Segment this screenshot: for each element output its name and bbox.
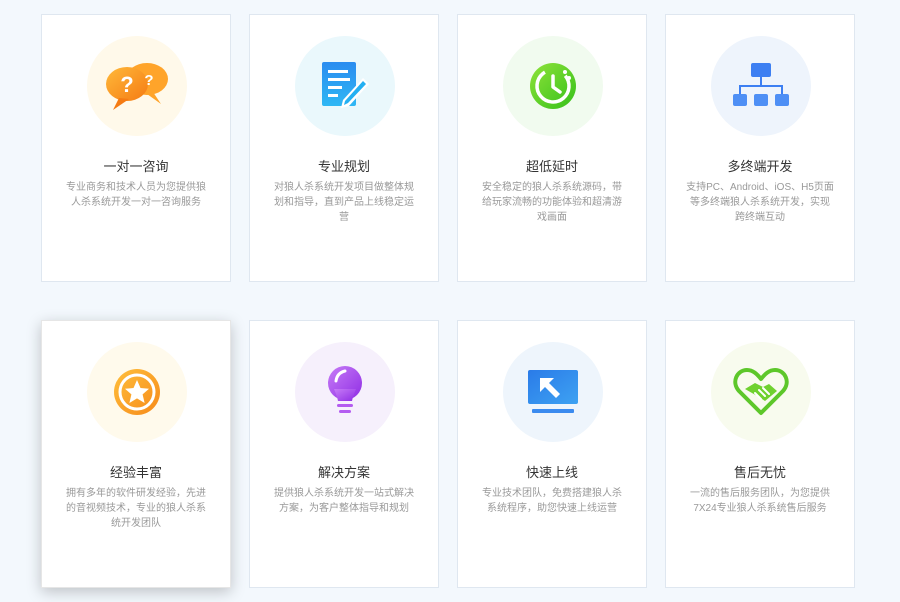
card-title: 超低延时 bbox=[525, 159, 578, 174]
card-title: 快速上线 bbox=[525, 465, 578, 480]
card-description: 支持PC、Android、iOS、H5页面等多终端狼人杀系统开发，实现跨终端互动 bbox=[686, 182, 834, 223]
card-description: 专业商务和技术人员为您提供狼人杀系统开发一对一咨询服务 bbox=[66, 182, 206, 208]
card-title: 多终端开发 bbox=[727, 159, 793, 174]
clock-icon bbox=[530, 63, 576, 109]
feature-card-planning: 专业规划 对狼人杀系统开发项目做整体规划和指导，直到产品上线稳定运营 bbox=[249, 14, 439, 282]
icon-circle: ? ? bbox=[87, 36, 187, 136]
svg-text:?: ? bbox=[144, 72, 153, 89]
card-title: 解决方案 bbox=[317, 465, 370, 480]
document-pencil-icon bbox=[322, 62, 369, 108]
svg-text:?: ? bbox=[120, 72, 133, 97]
feature-card-multi-terminal: 多终端开发 支持PC、Android、iOS、H5页面等多终端狼人杀系统开发，实… bbox=[665, 14, 855, 282]
icon-circle bbox=[711, 342, 811, 442]
feature-card-consulting: ? ? 一对一咨询 专业商务和技术人员为您提供狼人杀系统开发一对一咨询服务 bbox=[41, 14, 231, 282]
icon-circle bbox=[295, 36, 395, 136]
feature-card-low-latency: 超低延时 安全稳定的狼人杀系统源码，带给玩家流畅的功能体验和超清游戏画面 bbox=[457, 14, 647, 282]
heart-handshake-icon bbox=[733, 368, 789, 415]
feature-card-experience: 经验丰富 拥有多年的软件研发经验，先进的音视频技术，专业的狼人杀系统开发团队 bbox=[41, 320, 231, 588]
card-title: 经验丰富 bbox=[109, 465, 162, 480]
icon-circle bbox=[295, 342, 395, 442]
card-title: 专业规划 bbox=[317, 159, 370, 174]
feature-card-solutions: 解决方案 提供狼人杀系统开发一站式解决方案，为客户整体指导和规划 bbox=[249, 320, 439, 588]
monitor-arrow-icon bbox=[528, 370, 578, 413]
card-title: 售后无忧 bbox=[733, 465, 786, 480]
lightbulb-icon bbox=[328, 366, 362, 413]
card-description: 拥有多年的软件研发经验，先进的音视频技术，专业的狼人杀系统开发团队 bbox=[66, 488, 206, 529]
star-badge-icon bbox=[114, 369, 160, 415]
card-title: 一对一咨询 bbox=[103, 159, 169, 174]
feature-card-fast-launch: 快速上线 专业技术团队，免费搭建狼人杀系统程序，助您快速上线运营 bbox=[457, 320, 647, 588]
card-description: 对狼人杀系统开发项目做整体规划和指导，直到产品上线稳定运营 bbox=[274, 182, 414, 223]
chat-bubbles-question-icon: ? ? bbox=[106, 63, 168, 110]
card-description: 一流的售后服务团队，为您提供7X24专业狼人杀系统售后服务 bbox=[690, 488, 830, 514]
icon-circle bbox=[87, 342, 187, 442]
feature-card-after-sales: 售后无忧 一流的售后服务团队，为您提供7X24专业狼人杀系统售后服务 bbox=[665, 320, 855, 588]
card-description: 专业技术团队，免费搭建狼人杀系统程序，助您快速上线运营 bbox=[482, 488, 622, 514]
hierarchy-network-icon bbox=[733, 63, 789, 106]
icon-circle bbox=[503, 342, 603, 442]
card-description: 安全稳定的狼人杀系统源码，带给玩家流畅的功能体验和超清游戏画面 bbox=[482, 182, 622, 223]
icon-circle bbox=[503, 36, 603, 136]
icon-circle bbox=[711, 36, 811, 136]
card-description: 提供狼人杀系统开发一站式解决方案，为客户整体指导和规划 bbox=[274, 488, 414, 514]
